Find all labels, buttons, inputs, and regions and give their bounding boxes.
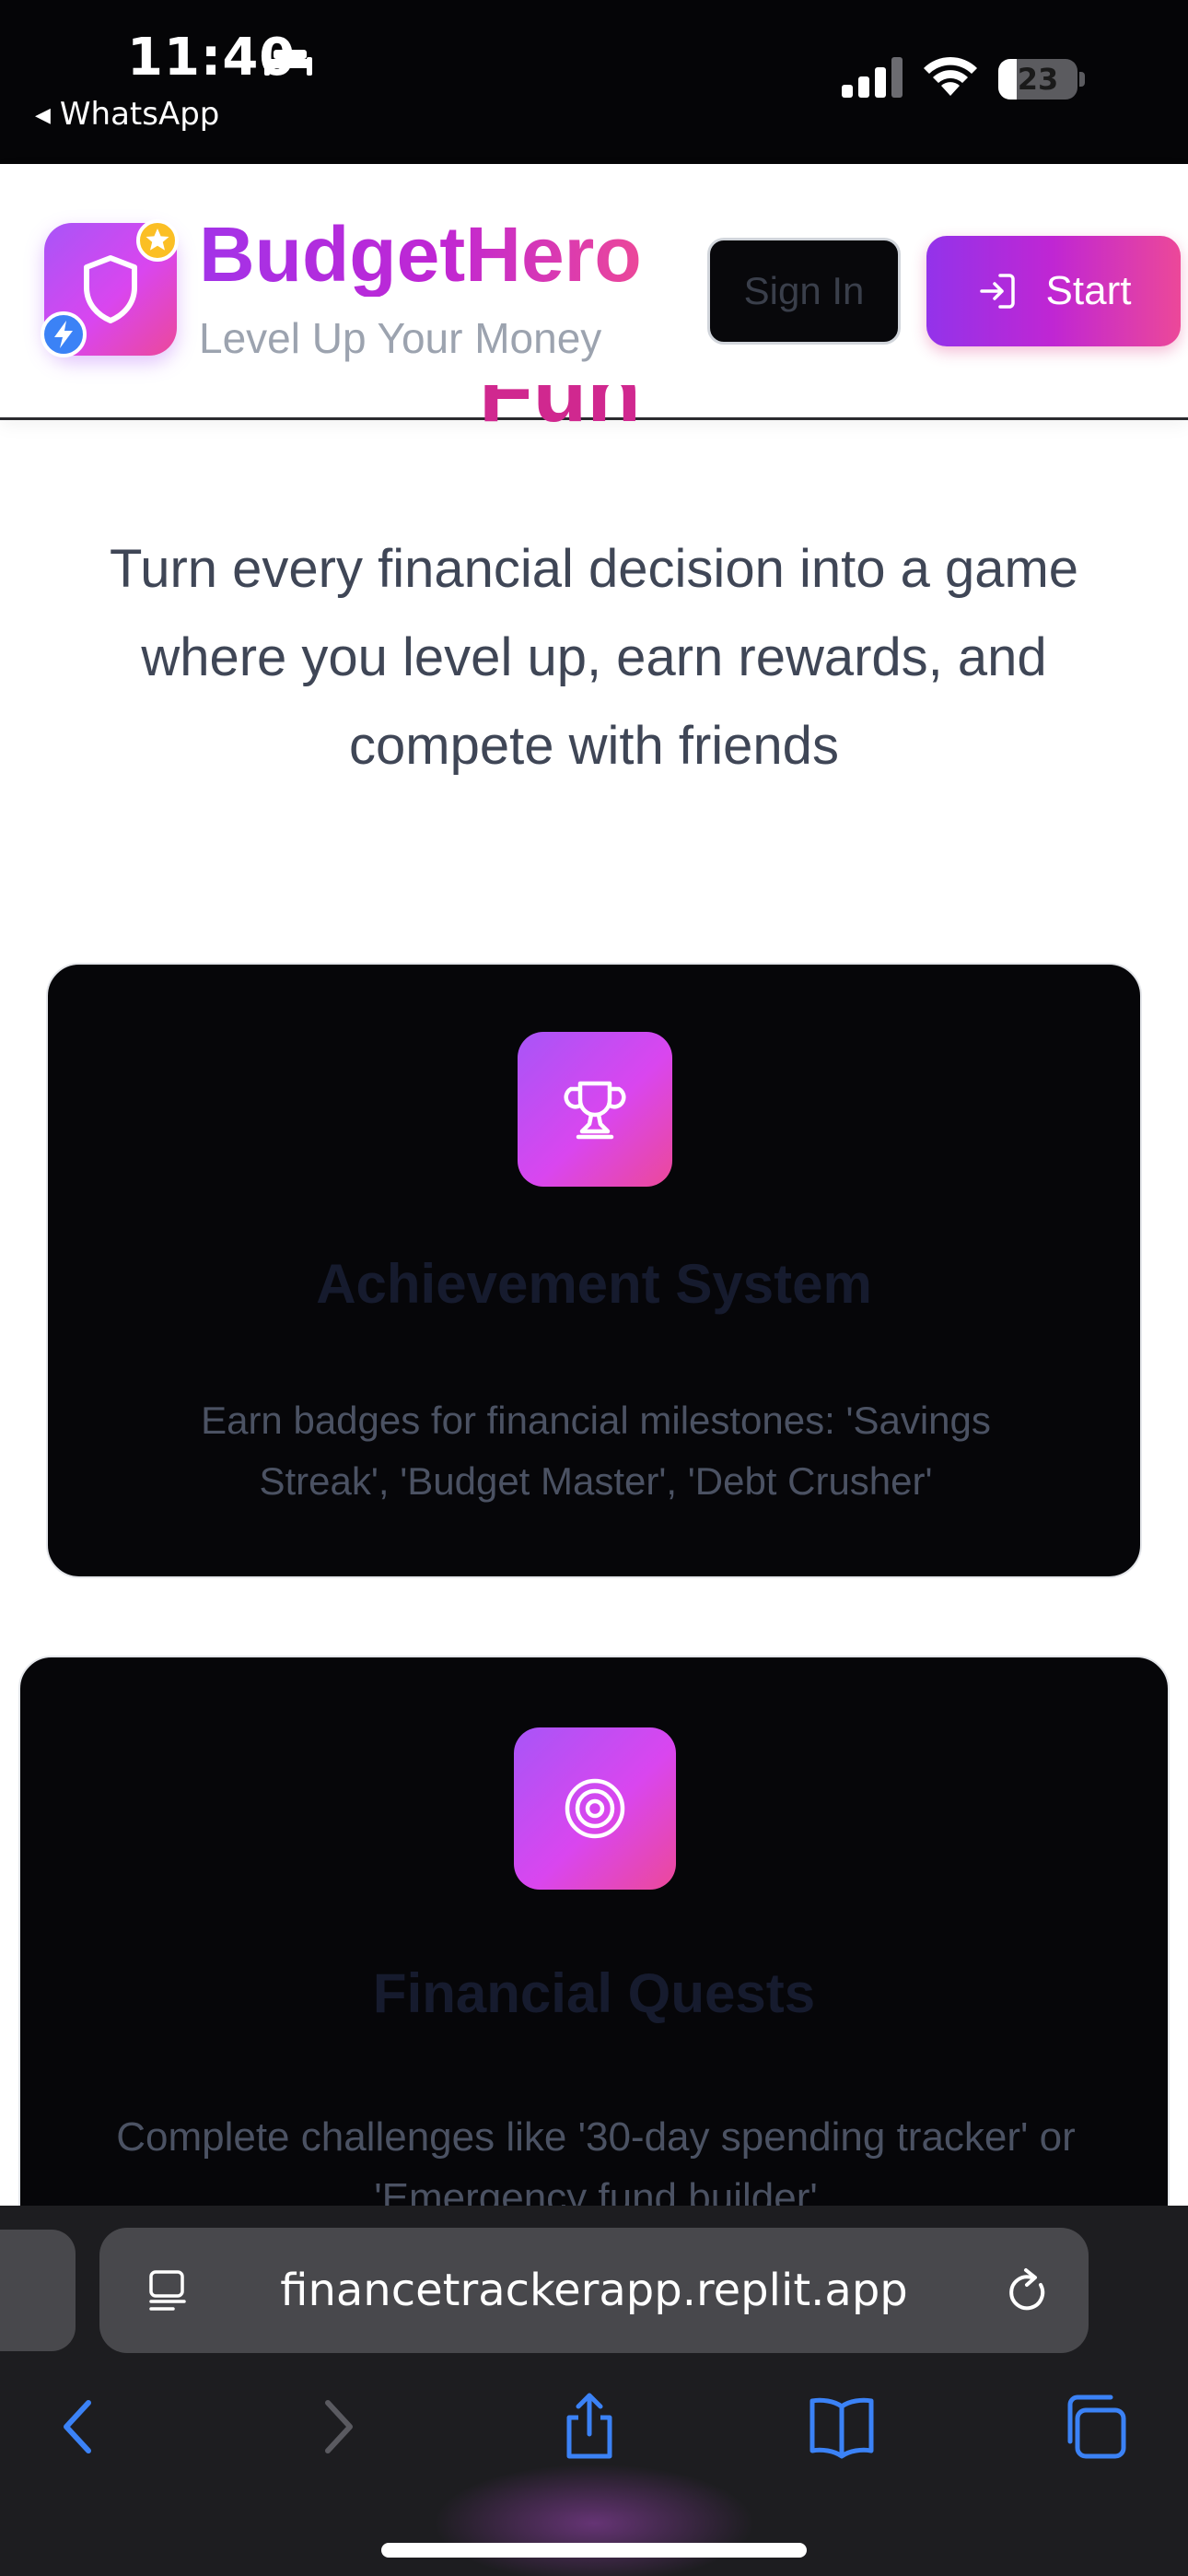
status-bar: 11:40 ◀ WhatsApp 23 (0, 0, 1188, 164)
shield-icon (84, 255, 137, 323)
siri-glow (433, 2464, 755, 2576)
wifi-icon (924, 56, 977, 96)
previous-tab-preview[interactable] (0, 2230, 76, 2351)
brand-title: BudgetHero (199, 211, 642, 298)
sign-in-label: Sign In (743, 269, 865, 312)
cellular-signal-icon (842, 57, 903, 98)
brand-subtitle: Level Up Your Money (199, 314, 602, 362)
feature-card-quests: Financial Quests Complete challenges lik… (18, 1656, 1170, 2301)
login-icon (979, 274, 1015, 309)
bookmarks-book-icon[interactable] (805, 2390, 879, 2464)
trophy-icon (564, 1081, 626, 1140)
hero-title-text: Fun (479, 385, 641, 440)
hero-description: Turn every financial decision into a gam… (109, 539, 1079, 776)
start-button[interactable]: Start (926, 236, 1181, 346)
browser-toolbar: financetrackerapp.replit.app (0, 2206, 1188, 2576)
url-text: financetrackerapp.replit.app (280, 2265, 908, 2316)
start-label: Start (1045, 268, 1132, 313)
back-to-app-link[interactable]: ◀ WhatsApp (35, 96, 219, 133)
feature-icon-tile (518, 1032, 672, 1187)
app-logo[interactable] (41, 219, 179, 357)
home-indicator[interactable] (381, 2543, 807, 2558)
feature-card-achievement: Achievement System Earn badges for finan… (46, 963, 1142, 1578)
feature-icon-tile (514, 1727, 676, 1890)
feature-title: Achievement System (316, 1253, 872, 1315)
forward-chevron-icon[interactable] (300, 2390, 374, 2464)
lightning-badge-icon (41, 311, 87, 357)
feature-description: Earn badges for financial milestones: 'S… (201, 1399, 991, 1503)
sleep-focus-icon (264, 44, 312, 76)
share-icon[interactable] (553, 2390, 626, 2464)
reload-icon[interactable] (1004, 2266, 1052, 2316)
sign-in-button[interactable]: Sign In (707, 238, 901, 345)
battery-percent: 23 (1017, 62, 1059, 97)
address-bar[interactable]: financetrackerapp.replit.app (99, 2228, 1089, 2353)
site-header: BudgetHero Level Up Your Money Sign In S… (0, 164, 1188, 420)
target-icon (565, 1778, 625, 1839)
battery-icon: 23 (998, 59, 1085, 100)
hero-title-fragment: Fun (479, 385, 709, 440)
back-triangle-icon: ◀ (35, 104, 51, 127)
star-badge-icon (136, 219, 179, 262)
feature-title: Financial Quests (372, 1962, 816, 2024)
tabs-overview-icon[interactable] (1057, 2390, 1131, 2464)
back-chevron-icon[interactable] (42, 2390, 116, 2464)
back-app-label: WhatsApp (59, 96, 220, 133)
